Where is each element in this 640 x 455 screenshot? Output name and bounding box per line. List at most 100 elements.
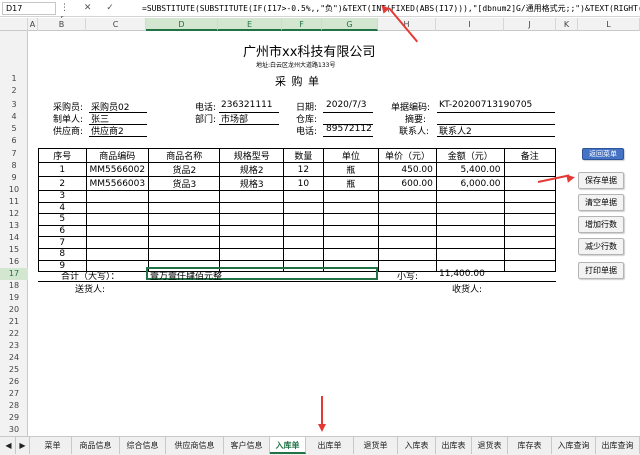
cell-qty[interactable] [283,224,324,238]
cell-amount[interactable] [435,201,505,215]
phone-value[interactable]: 236321111 [221,100,273,110]
cell-remark[interactable] [503,224,557,238]
add-rows-button[interactable]: 增加行数 [578,216,624,233]
cell-name[interactable] [148,190,221,203]
tab-supplier-info[interactable]: 供应商信息 [166,437,224,454]
tab-customer-info[interactable]: 客户信息 [224,437,270,454]
row-header[interactable]: 26 [0,376,28,388]
col-header-e[interactable]: E [218,18,282,31]
tab-inbound-doc[interactable]: 入库单 [270,437,306,454]
cell-name[interactable] [148,224,221,238]
row-header[interactable]: 27 [0,388,28,400]
row-header[interactable]: 28 [0,400,28,412]
row-header[interactable]: 20 [0,304,28,316]
cell-code[interactable] [85,201,150,215]
row-header[interactable]: 8 [0,160,28,172]
cell-qty[interactable]: 10 [283,176,324,191]
cell-amount[interactable] [435,213,505,226]
cell-qty[interactable] [283,247,324,261]
col-header-c[interactable]: C [86,18,146,31]
cell-name[interactable]: 货品3 [148,176,221,191]
cell-amount[interactable]: 5,400.00 [435,162,505,177]
cell-code[interactable] [85,213,150,226]
row-header[interactable]: 11 [0,196,28,208]
row-header[interactable]: 16 [0,256,28,268]
select-all-corner[interactable] [0,18,28,31]
row-header[interactable]: 10 [0,184,28,196]
cell-qty[interactable]: 12 [283,162,324,177]
col-header-f[interactable]: F [282,18,322,31]
col-header-k[interactable]: K [556,18,578,31]
tab-stock-table[interactable]: 库存表 [508,437,552,454]
cell-code[interactable] [85,247,150,261]
col-header-b[interactable]: B [38,18,86,31]
date-value[interactable]: 2020/7/3 [326,100,366,110]
cell-spec[interactable] [219,224,285,238]
tab-menu[interactable]: 菜单 [34,437,72,454]
cell-remark[interactable] [503,259,557,273]
row-header[interactable]: 19 [0,292,28,304]
cell-name[interactable] [148,213,221,226]
cell-unit[interactable] [322,213,380,226]
cell-amount[interactable] [435,224,505,238]
phone2-value[interactable]: 89572112 [326,124,372,134]
row-header[interactable]: 13 [0,220,28,232]
cell-unit[interactable]: 瓶 [322,176,380,191]
tab-outbound-table[interactable]: 出库表 [436,437,472,454]
cell-no[interactable]: 1 [38,162,87,177]
cell-amount[interactable] [435,190,505,203]
col-header-g[interactable]: G [322,18,378,31]
cell-price[interactable]: 600.00 [378,176,437,191]
cell-spec[interactable] [219,190,285,203]
row-header[interactable]: 14 [0,232,28,244]
cell-spec[interactable] [219,213,285,226]
cell-price[interactable] [378,213,437,226]
row-header[interactable]: 2 [0,85,28,96]
row-header[interactable]: 9 [0,172,28,184]
tab-scroll-right-icon[interactable]: ▶ [16,437,30,454]
cell-spec[interactable]: 规格2 [219,162,285,177]
cell-code[interactable] [85,190,150,203]
cell-amount[interactable] [435,247,505,261]
cell-price[interactable] [378,190,437,203]
cell-unit[interactable] [322,247,380,261]
tab-product-info[interactable]: 商品信息 [72,437,120,454]
cell-no[interactable]: 3 [38,190,87,203]
row-header[interactable]: 25 [0,364,28,376]
col-header-d[interactable]: D [146,18,218,31]
cell-remark[interactable] [503,190,557,203]
cell-price[interactable] [378,247,437,261]
row-header[interactable]: 23 [0,340,28,352]
cell-name[interactable]: 货品2 [148,162,221,177]
cell-qty[interactable] [283,201,324,215]
cell-code[interactable] [85,224,150,238]
col-header-a[interactable]: A [28,18,38,31]
cell-no[interactable]: 6 [38,224,87,238]
worksheet[interactable]: 广州市xx科技有限公司 地址:白云区龙州大道路133号 采 购 单 采购员: 采… [29,31,640,436]
docno-value[interactable]: KT-20200713190705 [439,100,532,110]
cell-remark[interactable] [503,236,557,249]
row-header[interactable]: 30 [0,424,28,436]
cell-price[interactable] [378,224,437,238]
row-header[interactable]: 7 [0,148,28,160]
row-header[interactable]: 22 [0,328,28,340]
cell-price[interactable]: 450.00 [378,162,437,177]
row-header[interactable]: 21 [0,316,28,328]
return-menu-button[interactable]: 返回菜单 [582,148,624,160]
cell-no[interactable]: 4 [38,201,87,215]
cell-spec[interactable] [219,247,285,261]
cell-price[interactable] [378,236,437,249]
cell-unit[interactable] [322,224,380,238]
row-header[interactable]: 12 [0,208,28,220]
cell-qty[interactable] [283,236,324,249]
col-header-l[interactable]: L [578,18,640,31]
col-header-i[interactable]: I [436,18,504,31]
cell-amount[interactable] [435,236,505,249]
name-box[interactable]: D17 [2,2,56,15]
row-header[interactable]: 24 [0,352,28,364]
cell-remark[interactable] [503,247,557,261]
save-doc-button[interactable]: 保存单据 [578,172,624,189]
row-header[interactable]: 5 [0,123,28,135]
tab-inbound-table[interactable]: 入库表 [398,437,436,454]
row-header[interactable]: 18 [0,280,28,292]
